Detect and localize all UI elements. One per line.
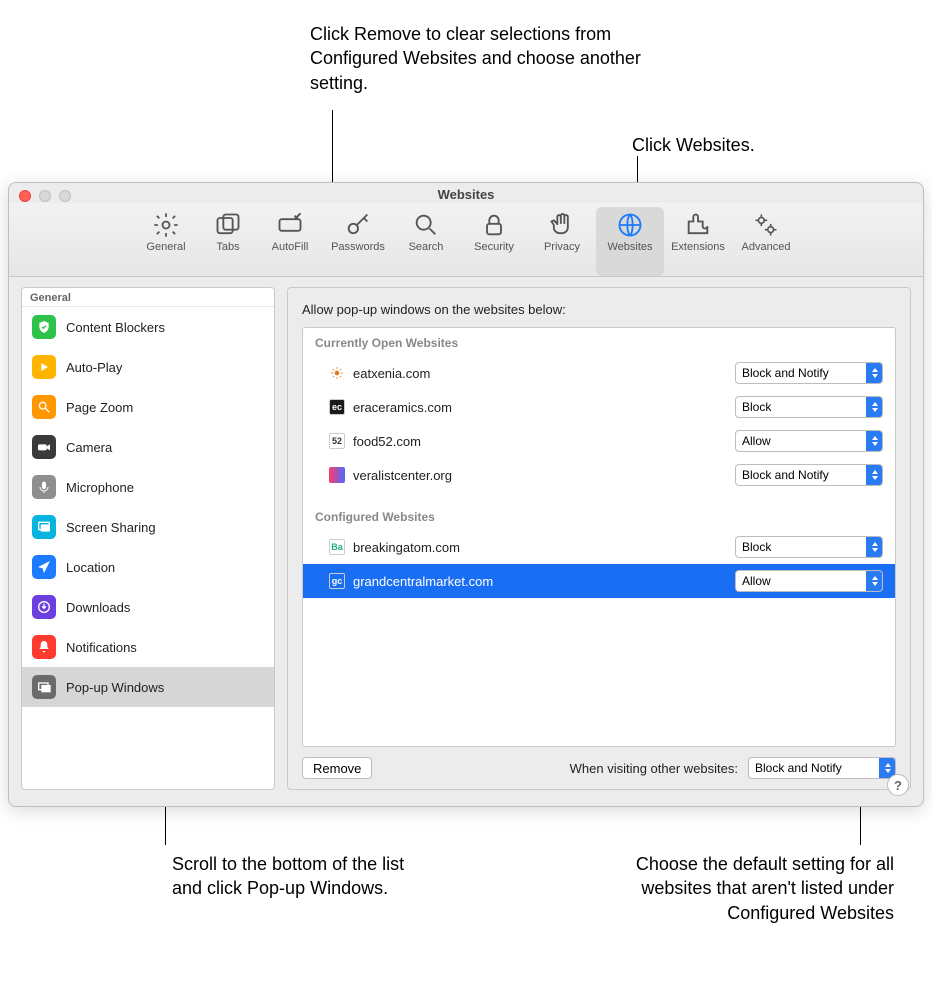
main-heading: Allow pop-up windows on the websites bel…: [302, 302, 896, 317]
main-footer: Remove When visiting other websites: Blo…: [302, 747, 896, 779]
toolbar-label: Websites: [607, 241, 652, 253]
favicon: [329, 365, 345, 381]
close-window-button[interactable]: [19, 190, 31, 202]
action-popup[interactable]: Allow: [735, 570, 883, 592]
arrow-icon: [32, 555, 56, 579]
main-pane: Allow pop-up windows on the websites bel…: [287, 287, 911, 790]
sidebar-item-label: Notifications: [66, 640, 137, 655]
website-domain: breakingatom.com: [353, 540, 727, 555]
sidebar-item-content-blockers[interactable]: Content Blockers: [22, 307, 274, 347]
sidebar-item-label: Location: [66, 560, 115, 575]
callout-popup: Scroll to the bottom of the list and cli…: [172, 852, 422, 901]
website-domain: veralistcenter.org: [353, 468, 727, 483]
sidebar-item-label: Downloads: [66, 600, 130, 615]
remove-button[interactable]: Remove: [302, 757, 372, 779]
screen-icon: [32, 515, 56, 539]
sidebar-item-page-zoom[interactable]: Page Zoom: [22, 387, 274, 427]
sidebar-item-downloads[interactable]: Downloads: [22, 587, 274, 627]
mic-icon: [32, 475, 56, 499]
website-domain: grandcentralmarket.com: [353, 574, 727, 589]
toolbar-passwords[interactable]: Passwords: [324, 207, 392, 276]
traffic-lights: [19, 190, 71, 202]
default-popup[interactable]: Block and Notify: [748, 757, 896, 779]
camera-icon: [32, 435, 56, 459]
minimize-window-button[interactable]: [39, 190, 51, 202]
preferences-toolbar: General Tabs AutoFill Passwords Search Securi…: [9, 203, 923, 277]
sidebar-item-label: Screen Sharing: [66, 520, 156, 535]
toolbar-label: Search: [409, 241, 444, 253]
callout-websites: Click Websites.: [632, 133, 755, 157]
website-row[interactable]: gc grandcentralmarket.com Allow: [303, 564, 895, 598]
sidebar-item-label: Auto-Play: [66, 360, 122, 375]
sidebar-item-label: Page Zoom: [66, 400, 133, 415]
toolbar-label: General: [146, 241, 185, 253]
website-row[interactable]: Ba breakingatom.com Block: [303, 530, 895, 564]
sidebar-item-pop-up-windows[interactable]: Pop-up Windows: [22, 667, 274, 707]
website-row[interactable]: ec eraceramics.com Block: [303, 390, 895, 424]
toolbar-label: Tabs: [216, 241, 239, 253]
website-row[interactable]: veralistcenter.org Block and Notify: [303, 458, 895, 492]
favicon: gc: [329, 573, 345, 589]
sidebar-item-camera[interactable]: Camera: [22, 427, 274, 467]
toolbar-websites[interactable]: Websites: [596, 207, 664, 276]
toolbar-general[interactable]: General: [132, 207, 200, 276]
action-popup[interactable]: Block and Notify: [735, 464, 883, 486]
favicon: ec: [329, 399, 345, 415]
website-row[interactable]: 52 food52.com Allow: [303, 424, 895, 458]
website-domain: food52.com: [353, 434, 727, 449]
zoom-icon: [32, 395, 56, 419]
toolbar-label: Privacy: [544, 241, 580, 253]
websites-list[interactable]: Currently Open Websites eatxenia.com Block…: [302, 327, 896, 747]
popup-icon: [32, 675, 56, 699]
sidebar-item-label: Pop-up Windows: [66, 680, 164, 695]
zoom-window-button[interactable]: [59, 190, 71, 202]
action-popup[interactable]: Block: [735, 536, 883, 558]
sidebar[interactable]: General Content Blockers Auto-Play Page Zo…: [21, 287, 275, 790]
sidebar-item-label: Microphone: [66, 480, 134, 495]
help-button[interactable]: ?: [887, 774, 909, 796]
action-popup[interactable]: Block and Notify: [735, 362, 883, 384]
action-popup[interactable]: Allow: [735, 430, 883, 452]
callout-default: Choose the default setting for all websi…: [634, 852, 894, 925]
toolbar-tabs[interactable]: Tabs: [200, 207, 256, 276]
website-domain: eatxenia.com: [353, 366, 727, 381]
action-popup[interactable]: Block: [735, 396, 883, 418]
window-titlebar: Websites: [9, 183, 923, 203]
section-header: Currently Open Websites: [303, 328, 895, 356]
sidebar-item-screen-sharing[interactable]: Screen Sharing: [22, 507, 274, 547]
sidebar-item-label: Camera: [66, 440, 112, 455]
website-domain: eraceramics.com: [353, 400, 727, 415]
sidebar-item-label: Content Blockers: [66, 320, 165, 335]
favicon: Ba: [329, 539, 345, 555]
toolbar-label: Advanced: [742, 241, 791, 253]
sidebar-item-auto-play[interactable]: Auto-Play: [22, 347, 274, 387]
toolbar-autofill[interactable]: AutoFill: [256, 207, 324, 276]
toolbar-extensions[interactable]: Extensions: [664, 207, 732, 276]
download-icon: [32, 595, 56, 619]
default-label: When visiting other websites:: [570, 761, 738, 776]
toolbar-security[interactable]: Security: [460, 207, 528, 276]
sidebar-item-notifications[interactable]: Notifications: [22, 627, 274, 667]
toolbar-advanced[interactable]: Advanced: [732, 207, 800, 276]
toolbar-label: AutoFill: [272, 241, 309, 253]
toolbar-label: Security: [474, 241, 514, 253]
sidebar-item-location[interactable]: Location: [22, 547, 274, 587]
sidebar-header: General: [22, 288, 274, 307]
callout-remove: Click Remove to clear selections from Co…: [310, 22, 670, 95]
window-title: Websites: [438, 187, 495, 202]
play-icon: [32, 355, 56, 379]
preferences-window: Websites General Tabs AutoFill Passwords Sea…: [8, 182, 924, 807]
favicon: [329, 467, 345, 483]
section-header: Configured Websites: [303, 502, 895, 530]
toolbar-search[interactable]: Search: [392, 207, 460, 276]
toolbar-privacy[interactable]: Privacy: [528, 207, 596, 276]
favicon: 52: [329, 433, 345, 449]
shield-icon: [32, 315, 56, 339]
toolbar-label: Extensions: [671, 241, 725, 253]
bell-icon: [32, 635, 56, 659]
toolbar-label: Passwords: [331, 241, 385, 253]
sidebar-item-microphone[interactable]: Microphone: [22, 467, 274, 507]
website-row[interactable]: eatxenia.com Block and Notify: [303, 356, 895, 390]
